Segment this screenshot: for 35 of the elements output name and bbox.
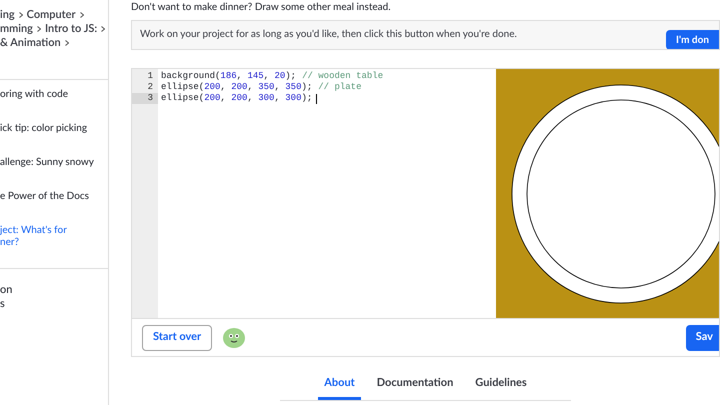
start-over-button[interactable]: Start over	[142, 324, 212, 350]
text-cursor	[316, 94, 318, 104]
breadcrumb-link[interactable]: Computer	[26, 8, 76, 22]
save-button[interactable]: Sav	[686, 324, 719, 350]
chevron-icon	[64, 40, 69, 46]
code-text: ellipse(200, 200, 300, 300);	[161, 93, 312, 104]
code-text: ellipse(200, 200, 350, 350);	[161, 82, 312, 93]
chevron-icon	[18, 12, 23, 18]
code-comment: // wooden table	[302, 71, 384, 82]
intro-text: Don't want to make dinner? Draw some other meal instead.	[131, 0, 392, 15]
breadcrumb-link[interactable]: ing	[0, 8, 15, 22]
lesson-link[interactable]: e Power of the Docs	[0, 190, 100, 224]
lesson-link[interactable]: allenge: Sunny snowy	[0, 156, 100, 190]
tab[interactable]: Documentation	[370, 375, 460, 400]
tab[interactable]: Guidelines	[469, 375, 533, 400]
chevron-icon	[36, 26, 41, 32]
code-comment: // plate	[318, 82, 362, 93]
breadcrumb-link[interactable]: & Animation	[0, 36, 61, 50]
tab[interactable]: About	[318, 375, 361, 400]
line-number: 1	[146, 71, 154, 82]
chevron-icon	[101, 26, 106, 32]
lesson-link[interactable]: oring with code	[0, 88, 100, 122]
done-button[interactable]: I'm don	[666, 30, 719, 49]
banner-text: Work on your project for as long as you'd like, then click this button when you're done.	[140, 27, 517, 42]
avatar-icon	[222, 326, 246, 348]
line-number: 2	[146, 82, 154, 93]
sidebar-link[interactable]: s	[0, 297, 108, 311]
lesson-link[interactable]: ject: What's for ner?	[0, 224, 100, 258]
chevron-icon	[80, 12, 84, 18]
breadcrumb-link[interactable]: mming	[0, 22, 33, 36]
lesson-link[interactable]: ick tip: color picking	[0, 122, 100, 156]
line-number: 3	[132, 93, 158, 104]
code-text: background(186, 145, 20);	[161, 71, 296, 82]
breadcrumb-link[interactable]: Intro to JS:	[44, 22, 98, 36]
sidebar-link[interactable]: on	[0, 283, 108, 297]
